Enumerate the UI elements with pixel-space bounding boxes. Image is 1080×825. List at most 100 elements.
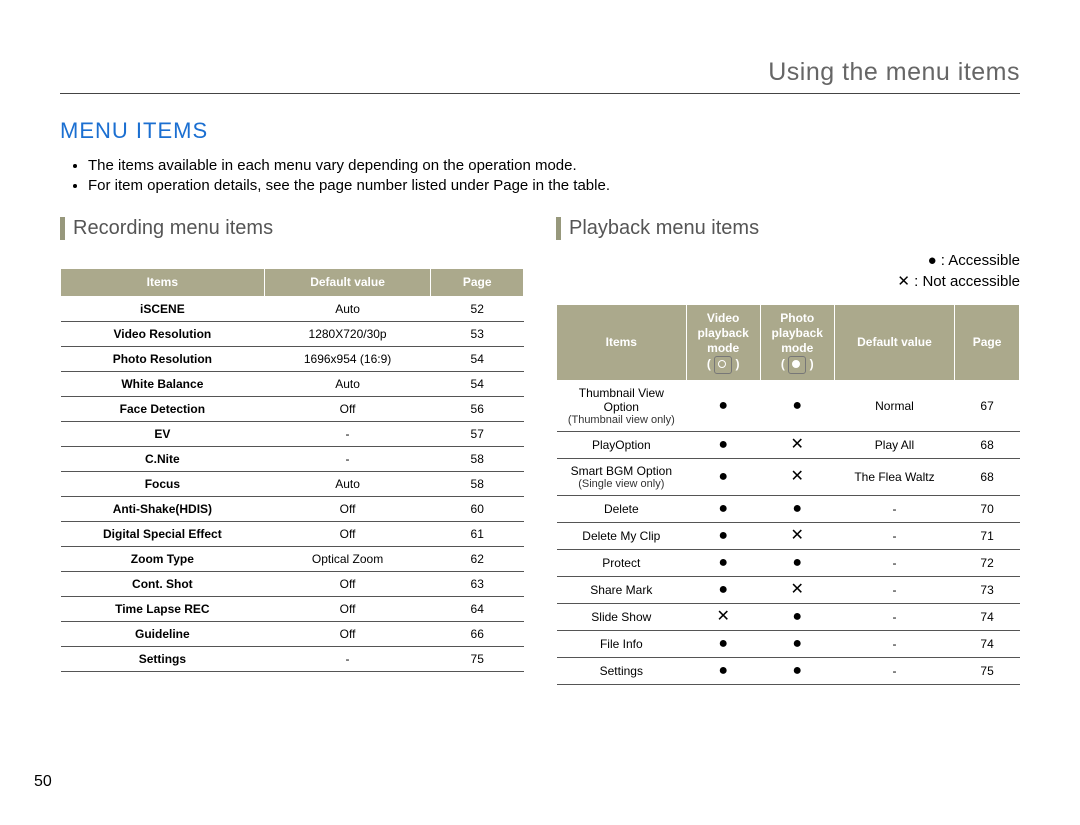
page-cell: 66 <box>431 622 524 647</box>
legend-accessible: ● : Accessible <box>928 252 1020 269</box>
page-cell: 63 <box>431 572 524 597</box>
default-cell: Optical Zoom <box>264 547 431 572</box>
manual-page: Using the menu items MENU ITEMS The item… <box>0 0 1080 825</box>
photo-mode-cell: ● <box>760 604 834 631</box>
item-cell: Smart BGM Option(Single view only) <box>557 459 687 496</box>
table-row: Time Lapse RECOff64 <box>61 597 524 622</box>
item-cell: Time Lapse REC <box>61 597 265 622</box>
item-cell: Face Detection <box>61 397 265 422</box>
item-cell: Guideline <box>61 622 265 647</box>
page-cell: 67 <box>955 381 1020 432</box>
col-header: Photo playback mode( ) <box>760 305 834 381</box>
page-cell: 68 <box>955 432 1020 459</box>
video-mode-cell: ✕ <box>686 604 760 631</box>
default-cell: - <box>834 604 954 631</box>
photo-mode-cell: ✕ <box>760 459 834 496</box>
default-cell: Auto <box>264 297 431 322</box>
table-row: Cont. ShotOff63 <box>61 572 524 597</box>
table-row: Thumbnail View Option(Thumbnail view onl… <box>557 381 1020 432</box>
page-cell: 72 <box>955 550 1020 577</box>
page-cell: 58 <box>431 472 524 497</box>
item-cell: Cont. Shot <box>61 572 265 597</box>
table-row: Settings●●-75 <box>557 658 1020 685</box>
default-cell: Off <box>264 622 431 647</box>
item-cell: Delete <box>557 496 687 523</box>
video-mode-cell: ● <box>686 459 760 496</box>
default-cell: - <box>834 523 954 550</box>
photo-mode-cell: ● <box>760 381 834 432</box>
item-cell: Focus <box>61 472 265 497</box>
page-cell: 62 <box>431 547 524 572</box>
table-row: Video Resolution1280X720/30p53 <box>61 322 524 347</box>
table-row: Face DetectionOff56 <box>61 397 524 422</box>
page-cell: 56 <box>431 397 524 422</box>
bullet-item: The items available in each menu vary de… <box>88 156 1020 176</box>
playback-table: Items Video playback mode( ) Photo playb… <box>556 304 1020 685</box>
table-row: Slide Show✕●-74 <box>557 604 1020 631</box>
item-cell: Share Mark <box>557 577 687 604</box>
default-cell: 1696x954 (16:9) <box>264 347 431 372</box>
col-header: Items <box>557 305 687 381</box>
photo-mode-cell: ● <box>760 631 834 658</box>
item-cell: Video Resolution <box>61 322 265 347</box>
video-mode-icon <box>714 356 732 374</box>
page-cell: 75 <box>431 647 524 672</box>
default-cell: - <box>264 647 431 672</box>
item-cell: Photo Resolution <box>61 347 265 372</box>
video-mode-cell: ● <box>686 631 760 658</box>
photo-mode-icon <box>788 356 806 374</box>
table-row: PlayOption●✕Play All68 <box>557 432 1020 459</box>
page-cell: 74 <box>955 631 1020 658</box>
item-cell: Delete My Clip <box>557 523 687 550</box>
recording-heading: Recording menu items <box>60 217 524 240</box>
table-row: File Info●●-74 <box>557 631 1020 658</box>
default-cell: - <box>264 447 431 472</box>
item-cell: Settings <box>557 658 687 685</box>
playback-heading: Playback menu items <box>556 217 1020 240</box>
item-cell: Protect <box>557 550 687 577</box>
default-cell: Off <box>264 397 431 422</box>
video-mode-cell: ● <box>686 432 760 459</box>
page-cell: 71 <box>955 523 1020 550</box>
photo-mode-cell: ✕ <box>760 523 834 550</box>
table-row: Anti-Shake(HDIS)Off60 <box>61 497 524 522</box>
col-header: Default value <box>834 305 954 381</box>
table-row: Delete●●-70 <box>557 496 1020 523</box>
photo-mode-cell: ● <box>760 496 834 523</box>
photo-mode-cell: ✕ <box>760 577 834 604</box>
table-row: GuidelineOff66 <box>61 622 524 647</box>
item-cell: File Info <box>557 631 687 658</box>
item-cell: Thumbnail View Option(Thumbnail view onl… <box>557 381 687 432</box>
page-cell: 58 <box>431 447 524 472</box>
table-row: Protect●●-72 <box>557 550 1020 577</box>
page-cell: 64 <box>431 597 524 622</box>
item-cell: Digital Special Effect <box>61 522 265 547</box>
col-header: Page <box>955 305 1020 381</box>
default-cell: The Flea Waltz <box>834 459 954 496</box>
page-cell: 53 <box>431 322 524 347</box>
item-cell: Zoom Type <box>61 547 265 572</box>
item-cell: EV <box>61 422 265 447</box>
table-row: Photo Resolution1696x954 (16:9)54 <box>61 347 524 372</box>
photo-mode-cell: ✕ <box>760 432 834 459</box>
default-cell: Auto <box>264 372 431 397</box>
video-mode-cell: ● <box>686 577 760 604</box>
page-cell: 52 <box>431 297 524 322</box>
content-columns: Recording menu items Items Default value… <box>60 217 1020 685</box>
legend: ● : Accessible ✕ : Not accessible <box>556 250 1020 292</box>
page-number: 50 <box>34 773 52 791</box>
photo-mode-cell: ● <box>760 550 834 577</box>
chapter-title: Using the menu items <box>60 58 1020 94</box>
table-row: iSCENEAuto52 <box>61 297 524 322</box>
page-cell: 54 <box>431 372 524 397</box>
bullet-item: For item operation details, see the page… <box>88 176 1020 196</box>
default-cell: Off <box>264 572 431 597</box>
col-header: Video playback mode( ) <box>686 305 760 381</box>
table-row: Share Mark●✕-73 <box>557 577 1020 604</box>
default-cell: - <box>834 577 954 604</box>
default-cell: - <box>834 550 954 577</box>
item-cell: Settings <box>61 647 265 672</box>
item-cell: Slide Show <box>557 604 687 631</box>
col-header: Default value <box>264 269 431 297</box>
default-cell: Play All <box>834 432 954 459</box>
